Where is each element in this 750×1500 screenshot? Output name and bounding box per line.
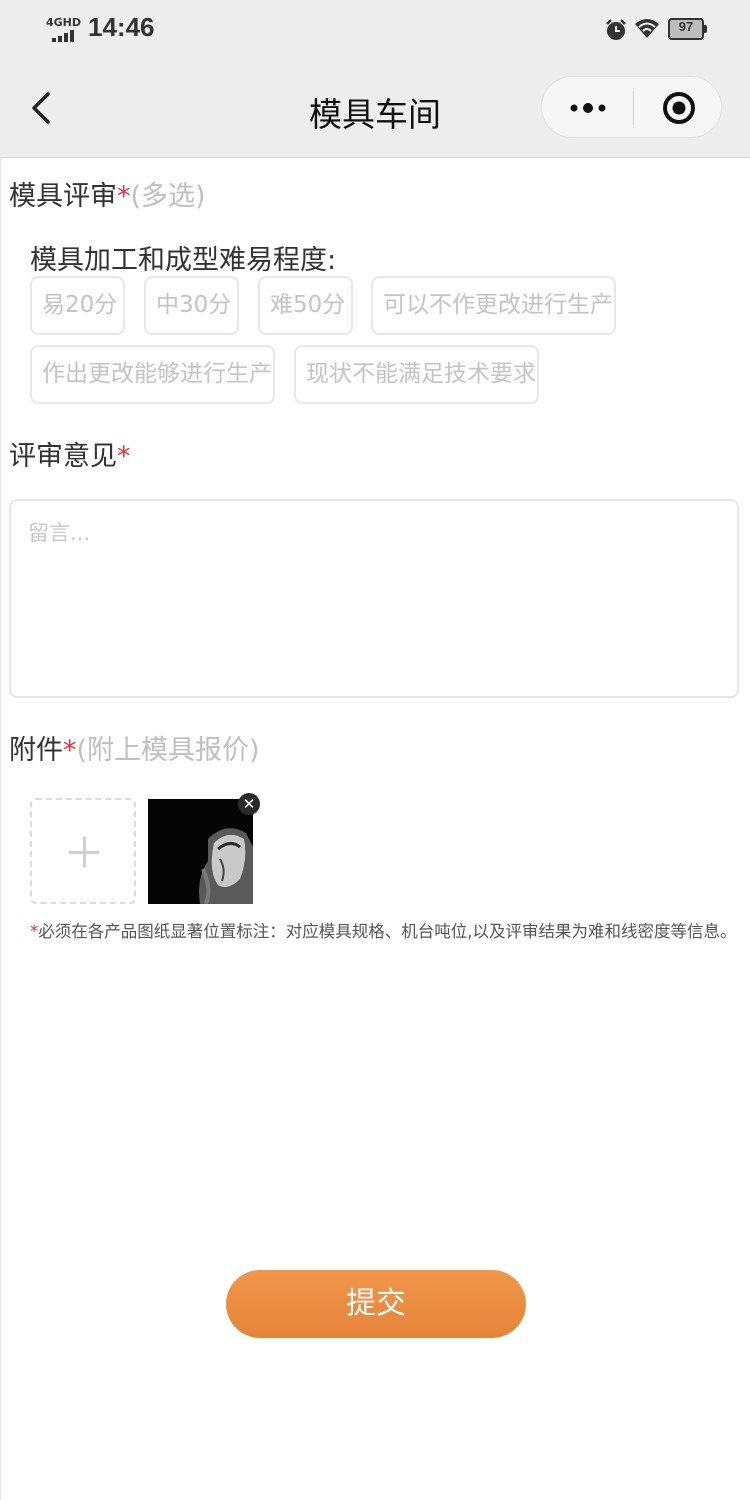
target-circle-icon[interactable] (634, 77, 722, 137)
attachment-section-title: 附件*(附上模具报价) (9, 728, 260, 767)
status-time: 14:46 (88, 12, 155, 42)
review-title-text: 模具评审 (9, 181, 117, 212)
required-mark: * (117, 441, 131, 472)
attachment-title-text: 附件 (9, 735, 63, 766)
wifi-icon (635, 19, 659, 38)
difficulty-label: 模具加工和成型难易程度: (30, 245, 337, 276)
review-section-title: 模具评审*(多选) (9, 174, 206, 213)
option-no-change[interactable]: 可以不作更改进行生产 (371, 276, 616, 335)
option-hard[interactable]: 难50分 (258, 276, 353, 335)
attachment-image (148, 799, 253, 904)
multi-select-hint: (多选) (130, 181, 206, 212)
more-dots-icon[interactable] (542, 77, 632, 137)
note-text: 必须在各产品图纸显著位置标注：对应模具规格、机台吨位,以及评审结果为难和线密度等… (38, 922, 737, 941)
battery-icon: 97 (668, 18, 708, 40)
option-easy[interactable]: 易20分 (30, 276, 125, 335)
attachment-thumbnail[interactable] (148, 799, 253, 904)
add-attachment-button[interactable] (30, 798, 136, 904)
submit-button[interactable]: 提交 (226, 1270, 526, 1338)
attachment-hint: (附上模具报价) (76, 735, 260, 766)
option-not-feasible[interactable]: 现状不能满足技术要求 (294, 345, 539, 404)
option-medium[interactable]: 中30分 (144, 276, 239, 335)
note-required-mark: * (30, 922, 39, 941)
cellular-signal-icon: 4GHD (46, 16, 82, 42)
battery-level: 97 (678, 19, 694, 34)
opinion-textarea[interactable] (9, 499, 739, 698)
opinion-section-title: 评审意见* (9, 434, 131, 473)
alarm-clock-icon (606, 19, 626, 40)
required-mark: * (117, 181, 131, 212)
opinion-title-text: 评审意见 (9, 441, 117, 472)
status-bar: 4GHD 14:46 97 (0, 0, 750, 60)
page-border (0, 158, 1, 1500)
nav-bar: 模具车间 (0, 60, 750, 158)
network-type: 4GHD (46, 16, 82, 29)
attachment-note: *必须在各产品图纸显著位置标注：对应模具规格、机台吨位,以及评审结果为难和线密度… (30, 918, 737, 942)
option-with-change[interactable]: 作出更改能够进行生产 (30, 345, 275, 404)
required-mark: * (63, 735, 77, 766)
mini-program-capsule (541, 76, 722, 138)
close-icon[interactable]: ✕ (238, 793, 260, 815)
